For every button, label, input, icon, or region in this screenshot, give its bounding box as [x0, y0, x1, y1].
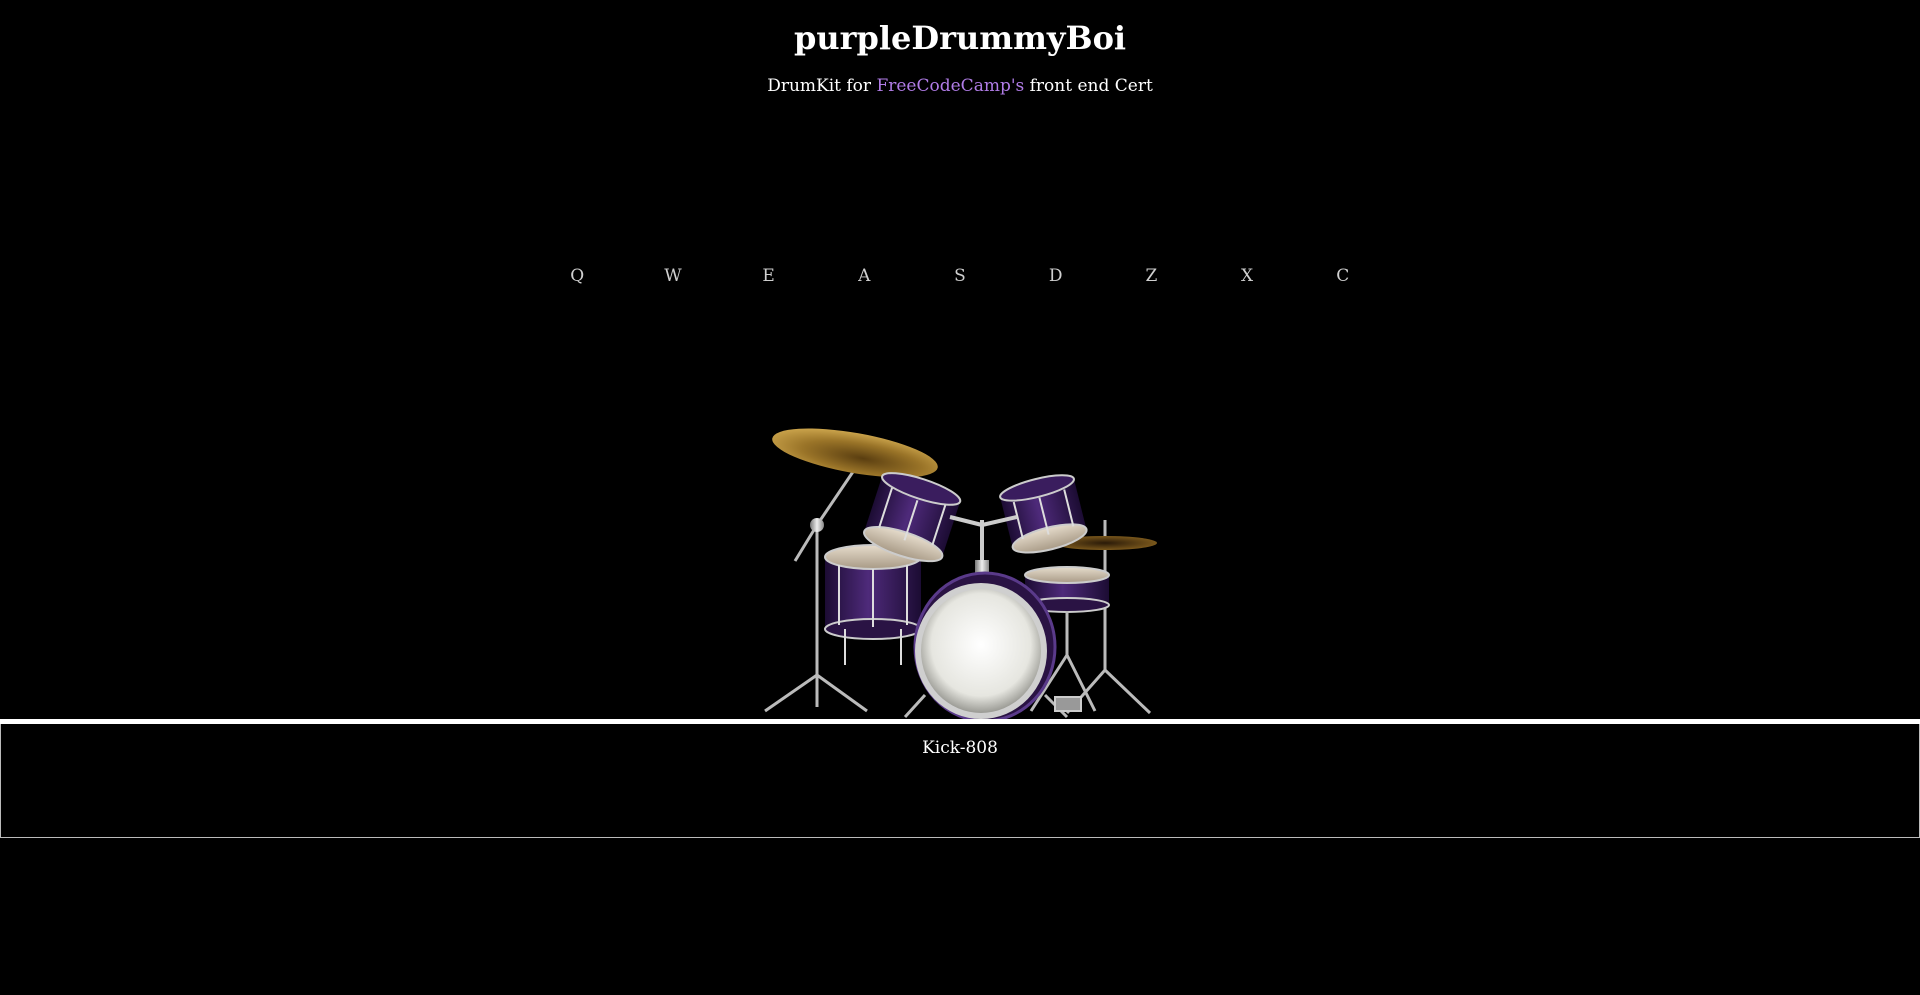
- drum-pad-d[interactable]: D: [1008, 264, 1104, 288]
- drum-kit-illustration: [764, 428, 1157, 723]
- drum-pads: Q W E A S D Z X C: [0, 264, 1920, 288]
- freecodecamp-link[interactable]: FreeCodeCamp's: [876, 76, 1024, 96]
- subtitle: DrumKit for FreeCodeCamp's front end Cer…: [0, 74, 1920, 98]
- drum-pad-c[interactable]: C: [1295, 264, 1391, 288]
- sound-name: Kick-808: [922, 738, 998, 758]
- drum-pad-w[interactable]: W: [625, 264, 721, 288]
- drum-pad-z[interactable]: Z: [1104, 264, 1200, 288]
- subtitle-prefix: DrumKit for: [767, 76, 877, 96]
- drum-pad-e[interactable]: E: [721, 264, 817, 288]
- drum-pad-q[interactable]: Q: [529, 264, 625, 288]
- drum-pad-x[interactable]: X: [1199, 264, 1295, 288]
- drum-pad-a[interactable]: A: [816, 264, 912, 288]
- sound-display: Kick-808: [0, 724, 1920, 838]
- drum-pad-s[interactable]: S: [912, 264, 1008, 288]
- page-title: purpleDrummyBoi: [793, 19, 1127, 57]
- subtitle-suffix: front end Cert: [1024, 76, 1153, 96]
- drum-kit-image: [755, 425, 1165, 725]
